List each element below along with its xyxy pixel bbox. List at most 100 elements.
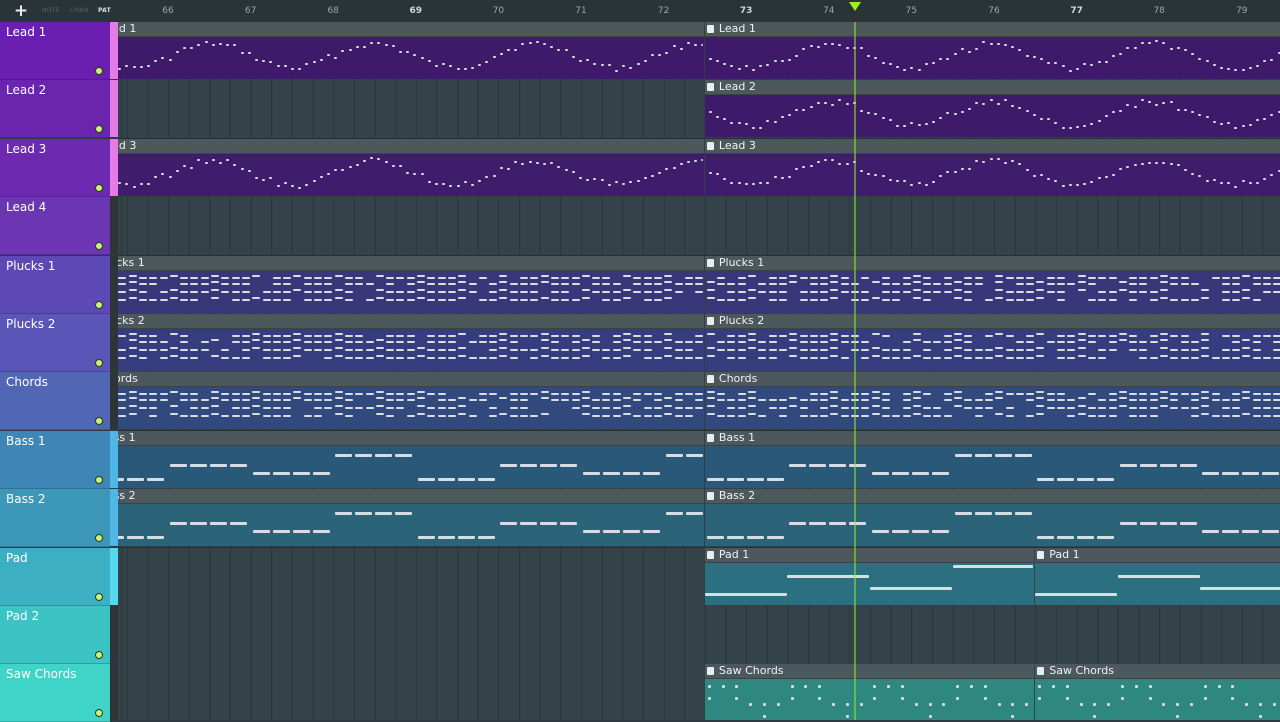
clip-header[interactable]: Pad 1 [1035,547,1280,563]
track-header[interactable]: Plucks 2 [0,314,110,372]
track-header[interactable]: Saw Chords [0,664,110,722]
note-block [723,63,727,65]
clip-header[interactable]: Lead 3 [118,138,704,154]
pattern-icon[interactable] [706,492,714,501]
track-header[interactable]: Lead 3 [0,138,110,197]
pattern-icon[interactable] [1037,667,1045,676]
track-header[interactable]: Chords [0,372,110,431]
track-mute-led-icon[interactable] [95,534,103,543]
clip-header[interactable]: Plucks 1 [118,255,704,271]
pattern-clip[interactable]: Plucks 2 [118,314,704,371]
note-block [923,393,932,396]
track-mute-led-icon[interactable] [95,183,103,192]
track-header[interactable]: Pad [0,547,110,606]
playhead-marker-icon[interactable] [848,2,861,11]
clip-header[interactable]: Lead 3 [704,138,1280,154]
pattern-icon[interactable] [1037,550,1045,559]
track-mute-led-icon[interactable] [95,709,103,718]
pattern-clip[interactable]: Lead 3 [118,138,704,196]
note-block [1108,415,1117,418]
track-select-strip[interactable] [110,606,118,663]
clip-header[interactable]: Saw Chords [1035,664,1280,680]
clip-header[interactable]: Bass 2 [704,489,1280,505]
track-lane[interactable] [118,606,1280,665]
track-select-strip[interactable] [110,664,118,722]
track-mute-led-icon[interactable] [95,475,103,484]
mode-note-button[interactable]: NOTE [42,7,60,14]
track-select-strip[interactable] [110,489,118,547]
clip-header[interactable]: Bass 1 [704,430,1280,446]
track-mute-led-icon[interactable] [95,651,103,659]
clip-header[interactable]: Bass 2 [118,489,704,505]
clip-header[interactable]: Pad 1 [704,547,1035,563]
track-select-strip[interactable] [110,80,118,138]
track-mute-led-icon[interactable] [95,67,103,75]
pattern-clip[interactable]: Lead 3 [704,138,1280,196]
track-select-strip[interactable] [110,22,118,79]
pattern-icon[interactable] [706,83,714,92]
track-select-strip[interactable] [110,255,118,313]
mode-pattern-button[interactable]: PAT [98,7,111,14]
clip-header[interactable]: Saw Chords [704,664,1035,680]
track-select-strip[interactable] [110,430,118,488]
track-select-strip[interactable] [110,314,118,371]
clip-header[interactable]: Bass 1 [118,430,704,446]
track-header[interactable]: Pad 2 [0,606,110,664]
pattern-icon[interactable] [706,550,714,559]
pattern-clip[interactable]: Plucks 1 [118,255,704,313]
pattern-clip[interactable]: Plucks 1 [704,255,1280,313]
playlist-lanes[interactable]: Lead 1Lead 1Lead 2Lead 3Lead 3Plucks 1Pl… [118,22,1280,720]
track-mute-led-icon[interactable] [95,242,103,251]
clip-header[interactable]: Lead 1 [704,22,1280,37]
track-header[interactable]: Lead 1 [0,22,110,80]
track-select-strip[interactable] [110,547,118,605]
pattern-clip[interactable]: Bass 2 [704,489,1280,547]
pattern-clip[interactable]: Pad 1 [1035,547,1280,605]
track-header[interactable]: Lead 4 [0,197,110,256]
pattern-clip[interactable]: Chords [118,372,704,430]
mode-channel-button[interactable]: CHAN [70,7,89,14]
pattern-icon[interactable] [706,141,714,150]
note-block [737,415,746,418]
pattern-icon[interactable] [706,433,714,442]
pattern-clip[interactable]: Pad 1 [704,547,1035,605]
pattern-icon[interactable] [706,25,714,33]
track-mute-led-icon[interactable] [95,592,103,601]
clip-header[interactable]: Chords [704,372,1280,388]
add-track-button[interactable]: + [6,1,36,21]
pattern-icon[interactable] [706,375,714,384]
track-header[interactable]: Lead 2 [0,80,110,139]
pattern-clip[interactable]: Saw Chords [1035,664,1280,720]
pattern-clip[interactable]: Bass 1 [704,430,1280,488]
track-select-strip[interactable] [110,372,118,430]
pattern-clip[interactable]: Lead 2 [704,80,1280,138]
track-header[interactable]: Bass 2 [0,489,110,548]
pattern-clip[interactable]: Lead 1 [118,22,704,79]
pattern-clip[interactable]: Bass 2 [118,489,704,547]
pattern-clip[interactable]: Bass 1 [118,430,704,488]
track-select-strip[interactable] [110,197,118,255]
track-mute-led-icon[interactable] [95,300,103,309]
clip-header[interactable]: Plucks 2 [118,314,704,329]
pattern-clip[interactable]: Saw Chords [704,664,1035,720]
clip-header[interactable]: Plucks 1 [704,255,1280,271]
track-select-strip[interactable] [110,138,118,196]
pattern-icon[interactable] [706,317,714,325]
clip-header[interactable]: Plucks 2 [704,314,1280,329]
note-block [964,298,973,301]
pattern-clip[interactable]: Lead 1 [704,22,1280,79]
clip-header[interactable]: Chords [118,372,704,388]
track-mute-led-icon[interactable] [95,359,103,367]
note-block [1160,280,1169,283]
clip-header[interactable]: Lead 2 [704,80,1280,96]
track-mute-led-icon[interactable] [95,125,103,134]
pattern-icon[interactable] [706,258,714,267]
clip-header[interactable]: Lead 1 [118,22,704,37]
pattern-clip[interactable]: Chords [704,372,1280,430]
track-mute-led-icon[interactable] [95,417,103,426]
track-lane[interactable] [118,197,1280,257]
track-header[interactable]: Bass 1 [0,430,110,489]
pattern-icon[interactable] [706,667,714,676]
track-header[interactable]: Plucks 1 [0,255,110,314]
pattern-clip[interactable]: Plucks 2 [704,314,1280,371]
